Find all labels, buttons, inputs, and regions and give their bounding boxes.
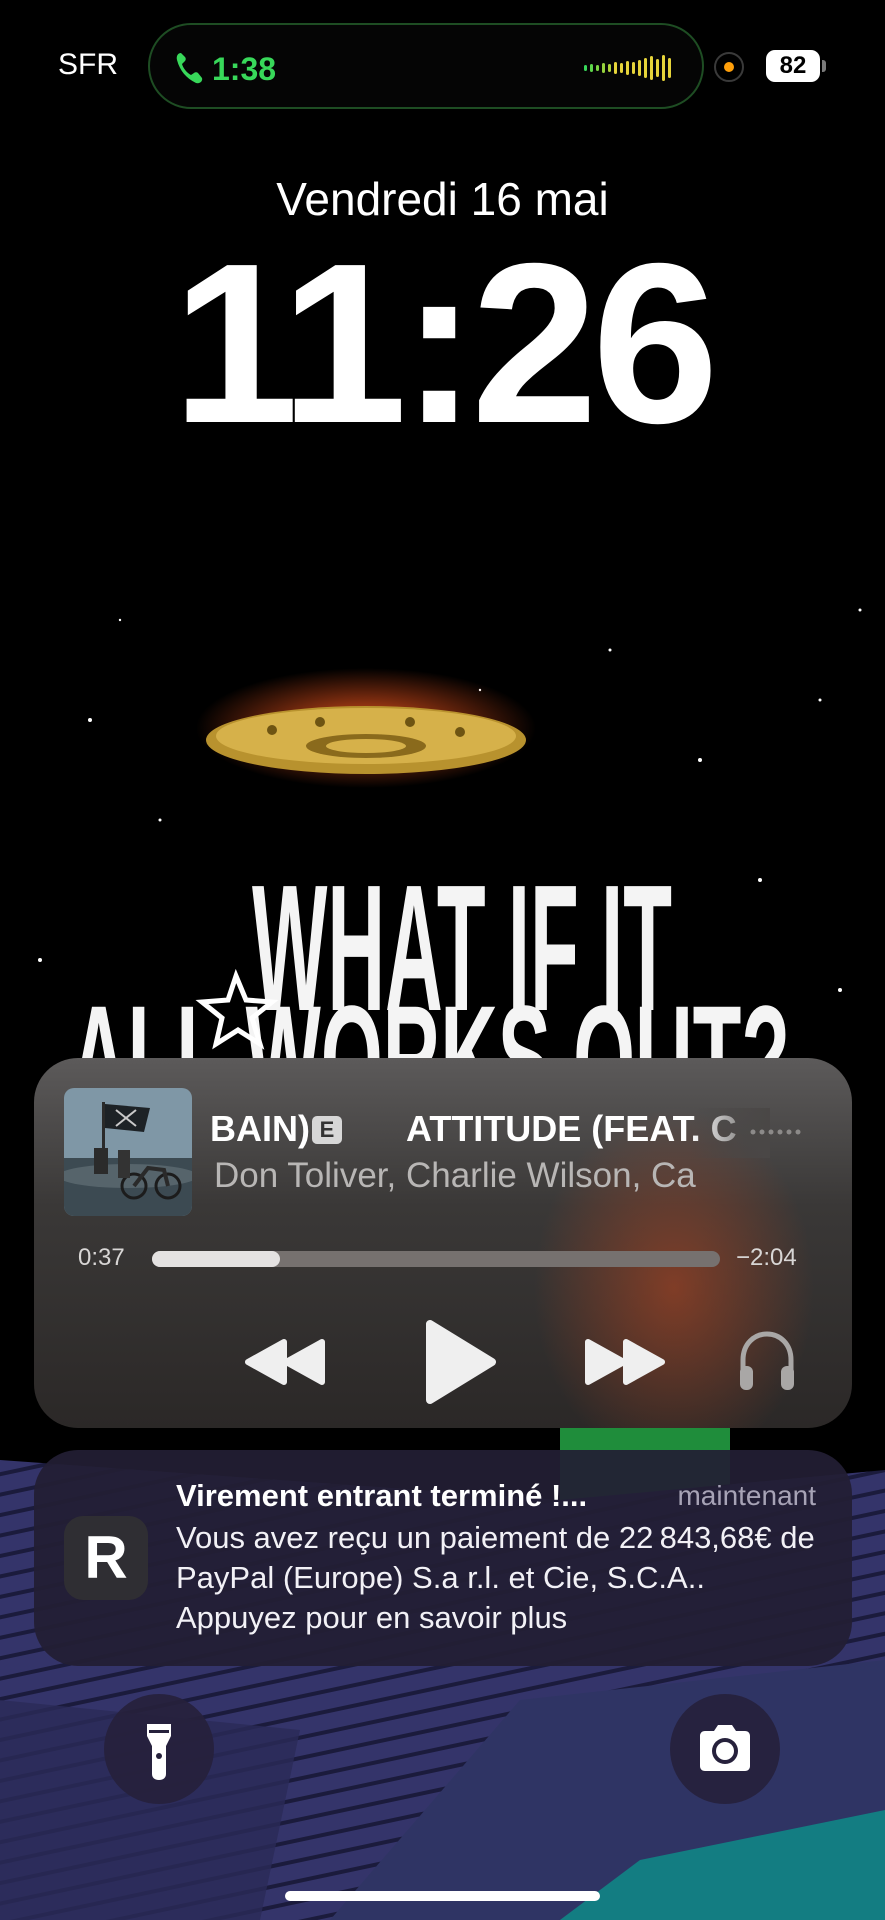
explicit-badge: E <box>312 1116 342 1144</box>
more-dots-icon <box>750 1124 802 1135</box>
camera-button[interactable] <box>670 1694 780 1804</box>
playback-progress-fill <box>152 1251 281 1267</box>
call-timer: 1:38 <box>212 51 277 87</box>
recording-indicator <box>714 52 744 82</box>
battery-tip <box>822 60 826 72</box>
track-title-part: BAIN) <box>210 1108 310 1149</box>
audio-output-button[interactable] <box>734 1322 800 1402</box>
carrier-label: SFR <box>58 48 118 81</box>
headphones-icon <box>740 1331 794 1390</box>
home-indicator[interactable] <box>285 1891 600 1901</box>
backward-icon <box>245 1339 325 1385</box>
audio-waveform-icon <box>582 53 674 83</box>
revolut-icon: R <box>64 1516 148 1600</box>
remaining-time: −2:04 <box>736 1244 797 1271</box>
notification-time: maintenant <box>677 1480 816 1511</box>
notification-title: Virement entrant terminé !... <box>176 1478 588 1513</box>
album-artwork[interactable] <box>64 1088 192 1216</box>
next-track-button[interactable] <box>572 1316 676 1408</box>
notification-body: Vous avez reçu un paiement de 22 843,68€… <box>176 1520 815 1635</box>
active-call-pill[interactable]: 1:38 <box>148 23 704 109</box>
battery-indicator: 82 <box>766 50 820 82</box>
banking-notification[interactable]: R Virement entrant terminé !... maintena… <box>34 1450 852 1666</box>
lock-screen-clock: 11:26 <box>172 217 719 471</box>
track-artists: Don Toliver, Charlie Wilson, Ca <box>214 1156 696 1195</box>
forward-icon <box>585 1339 665 1385</box>
flashlight-icon <box>147 1724 171 1780</box>
playback-scrubber[interactable] <box>152 1251 720 1267</box>
app-icon-letter: R <box>84 1524 127 1591</box>
flashlight-button[interactable] <box>104 1694 214 1804</box>
phone-icon <box>174 51 204 85</box>
play-icon <box>426 1320 496 1404</box>
now-playing-card[interactable]: BAIN) E ATTITUDE (FEAT. C Don Toliver, C… <box>34 1058 852 1428</box>
elapsed-time: 0:37 <box>78 1244 125 1271</box>
track-title-marquee[interactable]: BAIN) E ATTITUDE (FEAT. C <box>210 1108 770 1158</box>
previous-track-button[interactable] <box>234 1316 338 1408</box>
play-button[interactable] <box>406 1314 506 1410</box>
camera-icon <box>700 1725 750 1771</box>
track-title: ATTITUDE (FEAT. C <box>406 1108 737 1149</box>
ufo-illustration <box>196 668 536 788</box>
